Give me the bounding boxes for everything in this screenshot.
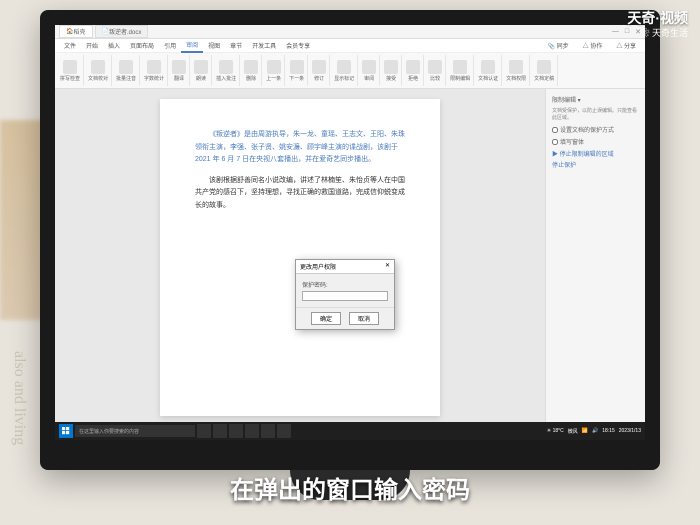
sync-button[interactable]: 📎 同步 [543,39,574,52]
tool-插入批注[interactable]: 插入批注 [213,55,240,86]
taskbar-app-3[interactable] [229,424,243,438]
document-area[interactable]: 《叛逆者》是由周游执导，朱一龙、童瑶、王志文、王阳、朱珠领衔主演，李强、张子贤、… [55,89,545,426]
tool-字数统计[interactable]: 字数统计 [141,55,168,86]
tool-修订[interactable]: 修订 [309,55,330,86]
ribbon-tab-insert[interactable]: 插入 [103,39,125,52]
tool-批量注音[interactable]: 批量注音 [113,55,140,86]
ribbon-tab-file[interactable]: 文件 [59,39,81,52]
restrict-edit-panel: 限制编辑 ▾ 文档受保护，以防止误编辑。只能查看此区域。 设置文档的保护方式 填… [545,89,645,426]
ribbon-tabs: 文件 开始 插入 页面布局 引用 审阅 视图 章节 开发工具 会员专享 📎 同步… [55,39,645,53]
tool-比较[interactable]: 比较 [425,55,446,86]
screen: 🏠 稻壳 📄 叛逆者.docx — □ ✕ 文件 开始 插入 页面布局 引用 审… [55,25,645,440]
system-tray[interactable]: ☀ 18°C 微风 📶 🔊 18:15 2023/1/13 [547,428,641,435]
tool-文档定稿[interactable]: 文档定稿 [531,55,558,86]
taskbar-app-1[interactable] [197,424,211,438]
collab-button[interactable]: △ 协作 [578,39,608,52]
tray-network-icon[interactable]: 📶 [582,428,588,434]
weather-icon[interactable]: ☀ 18°C [547,428,564,434]
taskbar-app-5[interactable] [261,424,275,438]
sidebar-link[interactable]: ▶ 停止限制编辑的区域 [552,149,639,158]
ribbon-tab-start[interactable]: 开始 [81,39,103,52]
tab-home[interactable]: 🏠 稻壳 [59,25,93,38]
watermark-sub: ❀ 天奇生活 [640,26,688,39]
share-button[interactable]: △ 分享 [611,39,641,52]
sidebar-title[interactable]: 限制编辑 ▾ [552,95,639,104]
app-titlebar: 🏠 稻壳 📄 叛逆者.docx — □ ✕ [55,25,645,39]
dialog-close-icon[interactable]: ✕ [385,262,390,271]
tool-删除[interactable]: 删除 [241,55,262,86]
tool-上一条[interactable]: 上一条 [263,55,285,86]
taskbar: 在这里输入你要搜索的内容 ☀ 18°C 微风 📶 🔊 18:15 2023/1/… [55,422,645,440]
tool-翻译[interactable]: 翻译 [169,55,190,86]
tool-显示标记[interactable]: 显示标记 [331,55,358,86]
tool-审阅[interactable]: 审阅 [359,55,380,86]
tray-volume-icon[interactable]: 🔊 [592,428,598,434]
content-area: 《叛逆者》是由周游执导，朱一龙、童瑶、王志文、王阳、朱珠领衔主演，李强、张子贤、… [55,89,645,426]
ribbon-tab-layout[interactable]: 页面布局 [125,39,159,52]
minimize-button[interactable]: — [612,28,619,36]
tool-文档校对[interactable]: 文档校对 [85,55,112,86]
tool-文档认证[interactable]: 文档认证 [475,55,502,86]
video-subtitle: 在弹出的窗口输入密码 [0,470,700,505]
ribbon-tab-member[interactable]: 会员专享 [281,39,315,52]
paragraph-2: 该剧根据舒善同名小说改编，讲述了林楠笙、朱怡贞等人在中国共产党的感召下，坚持理想… [195,175,405,213]
sidebar-description: 文档受保护，以防止误编辑。只能查看此区域。 [552,108,639,122]
tool-文档权限[interactable]: 文档权限 [503,55,530,86]
password-label: 保护密码: [302,280,388,289]
maximize-button[interactable]: □ [625,28,629,36]
paragraph-1: 《叛逆者》是由周游执导，朱一龙、童瑶、王志文、王阳、朱珠领衔主演，李强、张子贤、… [195,129,405,167]
dialog-titlebar: 更改用户权限 ✕ [296,260,394,274]
tab-document[interactable]: 📄 叛逆者.docx [95,25,149,38]
tool-拒绝[interactable]: 拒绝 [403,55,424,86]
ok-button[interactable]: 确定 [311,312,341,325]
page: 《叛逆者》是由周游执导，朱一龙、童瑶、王志文、王阳、朱珠领衔主演，李强、张子贤、… [160,99,440,416]
ribbon-tab-chapter[interactable]: 章节 [225,39,247,52]
tray-date[interactable]: 2023/1/13 [619,428,641,434]
watermark-main: 天奇·视频 [627,8,688,28]
tool-限制编辑[interactable]: 限制编辑 [447,55,474,86]
window-controls: — □ ✕ [612,28,641,36]
tool-下一条[interactable]: 下一条 [286,55,308,86]
ribbon-tab-review[interactable]: 审阅 [181,38,203,53]
taskbar-app-6[interactable] [277,424,291,438]
tool-接受[interactable]: 接受 [381,55,402,86]
tray-time[interactable]: 18:15 [602,428,615,434]
checkbox-fill-form[interactable]: 填写窗体 [552,137,639,146]
wind-text: 微风 [568,428,578,435]
taskbar-search[interactable]: 在这里输入你要搜索的内容 [75,425,195,437]
start-button[interactable] [59,424,73,438]
password-dialog: 更改用户权限 ✕ 保护密码: 确定 取消 [295,259,395,330]
tool-朗读[interactable]: 朗读 [191,55,212,86]
monitor-frame: 🏠 稻壳 📄 叛逆者.docx — □ ✕ 文件 开始 插入 页面布局 引用 审… [40,10,660,470]
checkbox-protect-mode[interactable]: 设置文档的保护方式 [552,125,639,134]
ribbon-tab-ref[interactable]: 引用 [159,39,181,52]
taskbar-app-4[interactable] [245,424,259,438]
ribbon-tab-view[interactable]: 视图 [203,39,225,52]
password-input[interactable] [302,291,388,301]
ribbon-toolbar: 拼写检查文档校对批量注音字数统计翻译朗读插入批注删除上一条下一条修订显示标记审阅… [55,53,645,89]
decoration-text: also and living [10,351,28,445]
tool-拼写检查[interactable]: 拼写检查 [57,55,84,86]
stop-protect-button[interactable]: 停止保护 [552,160,639,169]
cancel-button[interactable]: 取消 [349,312,379,325]
taskbar-app-2[interactable] [213,424,227,438]
dialog-title-text: 更改用户权限 [300,262,336,271]
ribbon-tab-dev[interactable]: 开发工具 [247,39,281,52]
